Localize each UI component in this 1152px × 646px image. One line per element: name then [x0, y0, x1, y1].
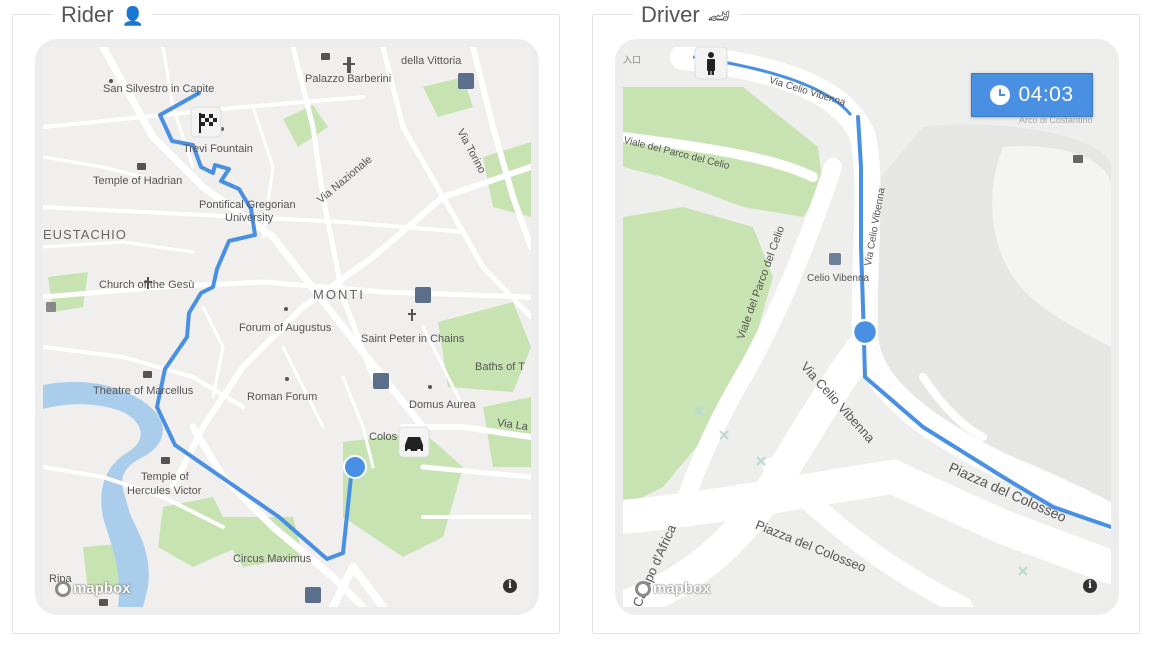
- label-monti: MONTI: [313, 287, 365, 302]
- eta-timer-value: 04:03: [1018, 83, 1074, 106]
- label-roman-forum: Roman Forum: [247, 391, 318, 403]
- driver-label-celio-vibenna: Celio Vibenna: [807, 273, 870, 284]
- rider-attribution-info-button[interactable]: i: [503, 579, 517, 593]
- rider-map-frame: San Silvestro in Capite della Vittoria P…: [35, 39, 539, 615]
- rider-panel: Rider 👤 San Silvestro in Capite della Vi…: [12, 3, 560, 634]
- label-domus-aurea: Domus Aurea: [409, 399, 476, 411]
- label-via-torino: Via Torino: [454, 127, 488, 176]
- driver-legend: Driver 🏎: [633, 3, 739, 28]
- label-eustachio: EUSTACHIO: [43, 227, 127, 242]
- driver-panel: Driver 🏎 入口 Arco di Costantino Via Celio…: [592, 3, 1140, 634]
- rider-map-labels: San Silvestro in Capite della Vittoria P…: [43, 47, 531, 607]
- label-della-vittoria: della Vittoria: [401, 55, 462, 67]
- mapbox-logo-icon: [55, 580, 71, 597]
- label-palazzo-barberini: Palazzo Barberini: [305, 73, 392, 85]
- driver-label-viale-parco-vertical: Viale del Parco del Celio: [735, 224, 788, 342]
- driver-label-via-celio-vertical: Via Celio Vibenna: [863, 187, 888, 267]
- label-baths: Baths of T: [475, 361, 525, 373]
- label-colosseum: Colos: [369, 431, 398, 443]
- driver-map-frame: 入口 Arco di Costantino Via Celio Vibenna …: [615, 39, 1119, 615]
- rider-mapbox-label: mapbox: [73, 580, 131, 597]
- label-via-nazionale: Via Nazionale: [315, 153, 375, 207]
- driver-title: Driver: [641, 2, 700, 27]
- label-temple-of: Temple of: [141, 471, 189, 483]
- rider-mapbox-logo[interactable]: mapbox: [55, 580, 131, 597]
- label-pontifical-1: Pontifical Gregorian: [199, 199, 296, 211]
- label-trevi: Trevi Fountain: [183, 143, 253, 155]
- driver-label-via-celio-mid: Via Celio Vibenna: [797, 359, 878, 446]
- clock-icon: [990, 85, 1011, 105]
- race-car-icon: 🏎: [707, 6, 731, 26]
- driver-label-via-celio-top: Via Celio Vibenna: [767, 75, 847, 109]
- driver-label-piazza-colosseo-right: Piazza del Colosseo: [946, 459, 1069, 526]
- label-church-gesu: Church of the Gesù: [99, 279, 195, 291]
- label-forum-augustus: Forum of Augustus: [239, 322, 332, 334]
- label-san-silvestro: San Silvestro in Capite: [103, 83, 215, 95]
- driver-label-piazza-colosseo-bottom: Piazza del Colosseo: [753, 517, 869, 576]
- label-pontifical-2: University: [225, 212, 274, 224]
- label-temple-hadrian: Temple of Hadrian: [93, 175, 183, 187]
- driver-map[interactable]: 入口 Arco di Costantino Via Celio Vibenna …: [623, 47, 1111, 607]
- label-theatre: Theatre of Marcellus: [93, 385, 194, 397]
- driver-mapbox-logo[interactable]: mapbox: [635, 580, 711, 597]
- rider-legend: Rider 👤: [53, 2, 153, 28]
- driver-label-viale-parco-1: Viale del Parco del Celio: [623, 135, 731, 172]
- rider-map[interactable]: San Silvestro in Capite della Vittoria P…: [43, 47, 531, 607]
- driver-label-entrance: 入口: [623, 55, 642, 65]
- label-hercules: Hercules Victor: [127, 485, 202, 497]
- label-circus: Circus Maximus: [233, 553, 312, 565]
- eta-timer-badge: 04:03: [971, 73, 1093, 117]
- driver-mapbox-label: mapbox: [653, 580, 711, 597]
- label-via-la: Via La: [496, 416, 529, 434]
- rider-person-icon: 👤: [121, 6, 145, 26]
- mapbox-logo-icon: [635, 580, 651, 597]
- driver-map-labels: 入口 Arco di Costantino Via Celio Vibenna …: [623, 47, 1111, 607]
- rider-title: Rider: [61, 2, 114, 27]
- driver-attribution-info-button[interactable]: i: [1083, 579, 1097, 593]
- label-saint-peter: Saint Peter in Chains: [361, 333, 465, 345]
